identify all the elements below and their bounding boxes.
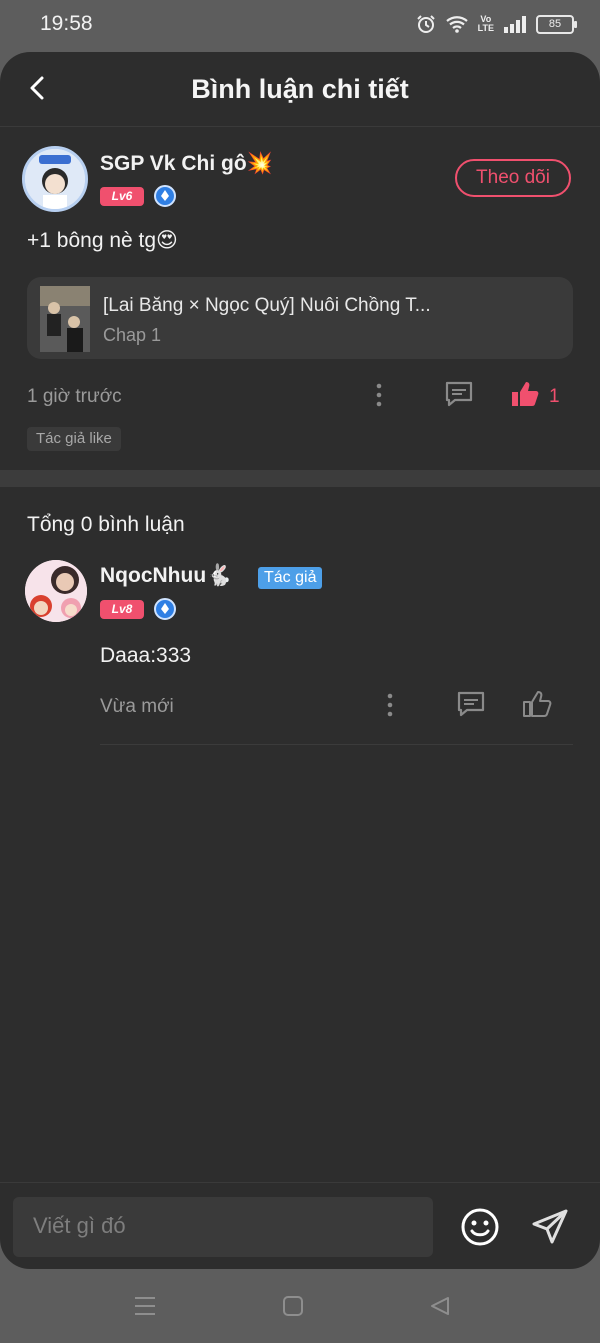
more-options-icon[interactable]: [369, 382, 389, 408]
comment-detail-sheet: Bình luận chi tiết SGP Vk Chi gô💥 Lv6 Th…: [0, 52, 600, 1269]
comment-content: Daaa:333: [100, 644, 192, 667]
signal-icon: [504, 16, 526, 33]
post-content: +1 bông nè tg😍: [27, 229, 178, 252]
story-reference-card[interactable]: [Lai Băng × Ngọc Quý] Nuôi Chồng T... Ch…: [27, 277, 573, 359]
comment-separator: [100, 744, 573, 745]
comment-composer: Viết gì đó: [0, 1182, 600, 1269]
comment-author-name[interactable]: NqocNhuu🐇: [100, 564, 232, 588]
comment-input-placeholder: Viết gì đó: [33, 1213, 126, 1238]
comment-avatar[interactable]: [25, 560, 87, 622]
comments-total: Tổng 0 bình luận: [27, 513, 185, 536]
home-nav-icon[interactable]: [282, 1295, 304, 1317]
avatar-image: [25, 149, 85, 209]
section-divider: [0, 470, 600, 487]
emoji-icon[interactable]: [459, 1206, 501, 1248]
follow-button[interactable]: Theo dõi: [455, 159, 571, 197]
post-author-name[interactable]: SGP Vk Chi gô💥: [100, 152, 273, 176]
menu-nav-icon[interactable]: [133, 1295, 157, 1317]
back-nav-icon[interactable]: [428, 1295, 452, 1317]
battery-icon: 85: [536, 14, 577, 34]
author-role-tag: Tác giả: [258, 567, 323, 589]
alarm-icon: [416, 15, 435, 33]
status-bar: 19:58 Vo LTE 85: [0, 0, 600, 52]
verified-badge-icon: [154, 185, 176, 207]
level-badge: Lv6: [100, 187, 144, 206]
comment-verified-badge-icon: [154, 598, 176, 620]
wifi-icon: [445, 16, 468, 33]
reply-icon[interactable]: [444, 380, 474, 408]
story-thumbnail: [40, 286, 90, 352]
comment-like-icon[interactable]: [522, 690, 552, 718]
comment-more-options-icon[interactable]: [380, 692, 400, 718]
post-time: 1 giờ trước: [27, 386, 122, 407]
page-title: Bình luận chi tiết: [191, 74, 409, 104]
like-icon[interactable]: [510, 380, 540, 408]
comment-input[interactable]: Viết gì đó: [13, 1197, 433, 1257]
author-liked-tag: Tác giả like: [27, 427, 121, 451]
avatar[interactable]: [22, 146, 88, 212]
status-icons: Vo LTE 85: [416, 14, 577, 34]
comment-level-badge: Lv8: [100, 600, 144, 619]
send-icon[interactable]: [530, 1207, 570, 1247]
volte-icon: Vo LTE: [477, 14, 494, 33]
comment-time: Vừa mới: [100, 696, 174, 717]
comment-avatar-image: [25, 560, 87, 622]
like-count: 1: [549, 386, 560, 407]
header: Bình luận chi tiết: [0, 52, 600, 127]
comment-reply-icon[interactable]: [456, 690, 486, 718]
status-time: 19:58: [40, 12, 93, 35]
system-nav-bar: [0, 1269, 600, 1343]
story-chapter: Chap 1: [103, 325, 162, 345]
story-title: [Lai Băng × Ngọc Quý] Nuôi Chồng T...: [103, 295, 431, 316]
